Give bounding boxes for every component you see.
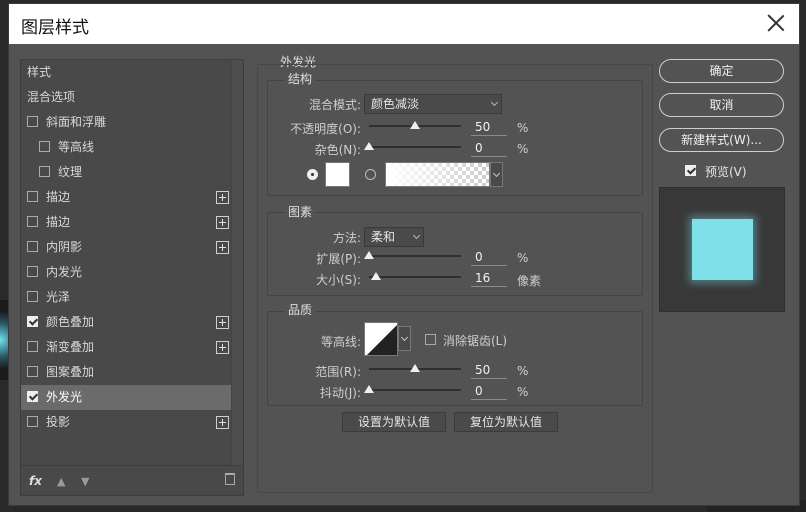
styles-toolbar: fx ▲ ▼ [21, 465, 243, 495]
sidebar-item-label: 等高线 [58, 140, 95, 154]
styles-list-panel: 样式 混合选项 斜面和浮雕 等高线 纹理 描边 描边 内阴影 内发光 光泽 颜色叠加 渐变叠加 图案叠加… [20, 59, 244, 496]
sidebar-item-checkbox[interactable] [27, 366, 38, 377]
ok-button[interactable]: 确定 [659, 59, 784, 83]
sidebar-item-checkbox[interactable] [27, 341, 38, 352]
close-icon[interactable] [763, 10, 789, 36]
sidebar-item-label: 光泽 [46, 290, 71, 304]
title-bar: 图层样式 [9, 4, 799, 44]
sidebar-item[interactable]: 光泽 [21, 285, 232, 310]
sidebar-item-label: 图案叠加 [46, 365, 95, 379]
preview-label: 预览(V) [705, 165, 747, 179]
sidebar-item-label: 样式 [27, 65, 52, 79]
sidebar-item-label: 描边 [46, 215, 71, 229]
add-icon[interactable] [216, 241, 229, 254]
sidebar-item-checkbox[interactable] [39, 166, 50, 177]
add-icon[interactable] [216, 341, 229, 354]
layer-style-dialog: 图层样式 样式 混合选项 斜面和浮雕 等高线 纹理 描边 描边 内阴影 内发光 光泽 颜色叠加 渐变叠… [8, 3, 800, 506]
sidebar-item-checkbox[interactable] [27, 191, 38, 202]
sidebar-item[interactable]: 等高线 [21, 135, 232, 160]
sidebar-item-label: 颜色叠加 [46, 315, 95, 329]
fx-icon[interactable]: fx [29, 474, 42, 488]
sidebar-item-checkbox[interactable] [39, 141, 50, 152]
sidebar-item-label: 内发光 [46, 265, 83, 279]
sidebar-item[interactable]: 图案叠加 [21, 360, 232, 385]
sidebar-item-label: 投影 [46, 415, 71, 429]
window-title: 图层样式 [21, 18, 89, 38]
sidebar-item-label: 内阴影 [46, 240, 83, 254]
sidebar-item-checkbox[interactable] [27, 216, 38, 227]
cancel-button[interactable]: 取消 [659, 93, 784, 117]
sidebar-item-checkbox[interactable] [27, 316, 38, 327]
add-icon[interactable] [216, 416, 229, 429]
sidebar-item-checkbox[interactable] [27, 116, 38, 127]
sidebar-item[interactable]: 投影 [21, 410, 232, 435]
sidebar-item[interactable]: 混合选项 [21, 85, 232, 110]
sidebar-item-label: 渐变叠加 [46, 340, 95, 354]
styles-scrollbar[interactable] [231, 60, 243, 465]
move-down-icon[interactable]: ▼ [81, 475, 91, 488]
sidebar-item[interactable]: 内发光 [21, 260, 232, 285]
sidebar-item-label: 外发光 [46, 390, 83, 404]
preview-checkbox[interactable] [685, 165, 696, 176]
sidebar-item[interactable]: 渐变叠加 [21, 335, 232, 360]
sidebar-item[interactable]: 颜色叠加 [21, 310, 232, 335]
sidebar-item-label: 纹理 [58, 165, 83, 179]
new-style-button[interactable]: 新建样式(W)... [659, 128, 784, 152]
preview-thumbnail [692, 219, 753, 280]
settings-panel [257, 64, 653, 493]
sidebar-item[interactable]: 纹理 [21, 160, 232, 185]
move-up-icon[interactable]: ▲ [57, 475, 67, 488]
add-icon[interactable] [216, 191, 229, 204]
preview-box [659, 187, 785, 312]
sidebar-item-label: 描边 [46, 190, 71, 204]
sidebar-item[interactable]: 样式 [21, 60, 232, 85]
sidebar-item[interactable]: 描边 [21, 185, 232, 210]
sidebar-item-label: 混合选项 [27, 90, 76, 104]
sidebar-item[interactable]: 内阴影 [21, 235, 232, 260]
trash-icon[interactable] [225, 473, 235, 485]
sidebar-item-checkbox[interactable] [27, 266, 38, 277]
sidebar-item[interactable]: 描边 [21, 210, 232, 235]
sidebar-item-checkbox[interactable] [27, 241, 38, 252]
sidebar-item-label: 斜面和浮雕 [46, 115, 107, 129]
sidebar-item-checkbox[interactable] [27, 416, 38, 427]
sidebar-item-checkbox[interactable] [27, 291, 38, 302]
sidebar-item[interactable]: 外发光 [21, 385, 232, 410]
add-icon[interactable] [216, 316, 229, 329]
add-icon[interactable] [216, 216, 229, 229]
sidebar-item-checkbox[interactable] [27, 391, 38, 402]
sidebar-item[interactable]: 斜面和浮雕 [21, 110, 232, 135]
